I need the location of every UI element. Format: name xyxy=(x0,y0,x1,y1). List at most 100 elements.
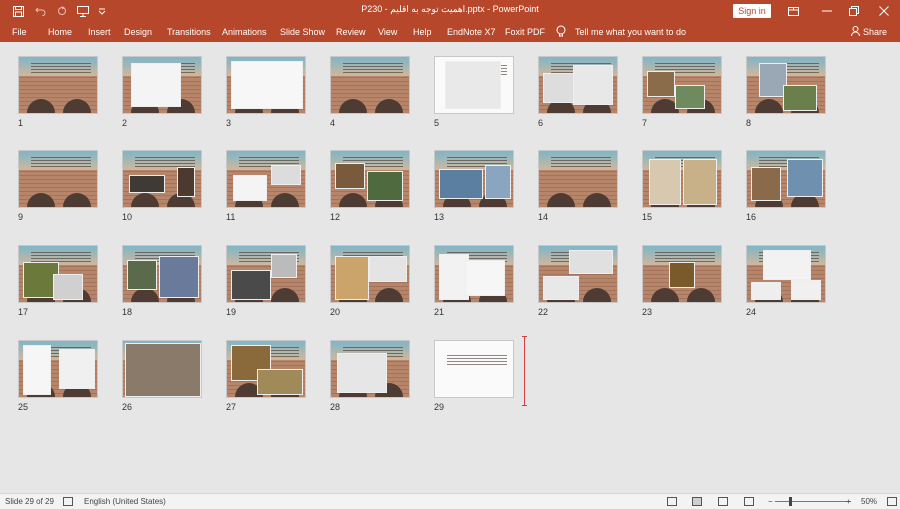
tab-transitions[interactable]: Transitions xyxy=(167,27,211,37)
slide-thumbnail[interactable] xyxy=(434,245,514,303)
restore-icon[interactable] xyxy=(843,2,865,20)
slide-thumbnail[interactable] xyxy=(122,340,202,398)
slide-text-block xyxy=(343,63,403,75)
slide-thumbnail[interactable] xyxy=(18,340,98,398)
slide-number: 2 xyxy=(122,118,128,128)
slide-number: 8 xyxy=(746,118,752,128)
slide-thumbnail[interactable] xyxy=(330,245,410,303)
slide-number: 16 xyxy=(746,212,757,222)
zoom-out-icon[interactable]: − xyxy=(768,497,773,506)
slideshow-view-icon[interactable] xyxy=(744,497,754,506)
slide-thumbnail[interactable] xyxy=(538,245,618,303)
status-bar: Slide 29 of 29 English (United States) −… xyxy=(0,493,900,509)
slide-thumbnail[interactable] xyxy=(642,150,722,208)
slide-number: 3 xyxy=(226,118,232,128)
tab-file[interactable]: File xyxy=(12,27,27,37)
slide-image xyxy=(367,171,403,201)
slide-thumbnail[interactable] xyxy=(538,56,618,114)
lightbulb-icon xyxy=(556,25,568,39)
customize-qat-icon[interactable] xyxy=(94,3,110,19)
share-button[interactable]: Share xyxy=(851,26,887,38)
undo-icon[interactable] xyxy=(32,3,48,19)
slide-image xyxy=(369,256,407,282)
zoom-in-icon[interactable]: + xyxy=(846,497,851,506)
tab-help[interactable]: Help xyxy=(413,27,432,37)
slide-thumbnail[interactable] xyxy=(642,245,722,303)
share-label: Share xyxy=(863,27,888,37)
sign-in-button[interactable]: Sign in xyxy=(733,4,771,18)
slide-image xyxy=(335,256,369,300)
spelling-check-icon[interactable] xyxy=(63,497,73,506)
tab-design[interactable]: Design xyxy=(124,27,152,37)
slide-thumbnail[interactable] xyxy=(330,56,410,114)
slide-thumbnail[interactable] xyxy=(18,56,98,114)
slide-number: 13 xyxy=(434,212,445,222)
zoom-slider[interactable] xyxy=(775,501,851,502)
zoom-slider-thumb[interactable] xyxy=(789,497,792,506)
slide-image xyxy=(129,175,165,193)
fit-to-window-icon[interactable] xyxy=(887,497,897,506)
slide-image xyxy=(53,274,83,300)
slide-thumbnail[interactable] xyxy=(434,150,514,208)
normal-view-icon[interactable] xyxy=(667,497,677,506)
slide-image xyxy=(231,270,271,300)
slide-thumbnail[interactable] xyxy=(434,340,514,398)
tab-review[interactable]: Review xyxy=(336,27,366,37)
slide-image xyxy=(751,282,781,300)
reading-view-icon[interactable] xyxy=(718,497,728,506)
slide-image xyxy=(647,71,675,97)
slide-number: 1 xyxy=(18,118,24,128)
slide-number: 27 xyxy=(226,402,237,412)
slide-number: 24 xyxy=(746,307,757,317)
slide-number: 4 xyxy=(330,118,336,128)
tab-slide-show[interactable]: Slide Show xyxy=(280,27,325,37)
slide-image xyxy=(465,260,505,296)
slide-sorter-view-icon[interactable] xyxy=(692,497,702,506)
slide-thumbnail[interactable] xyxy=(746,245,826,303)
slide-thumbnail[interactable] xyxy=(538,150,618,208)
slide-image xyxy=(543,276,579,300)
slide-thumbnail[interactable] xyxy=(642,56,722,114)
tab-insert[interactable]: Insert xyxy=(88,27,111,37)
start-slideshow-icon[interactable] xyxy=(75,3,91,19)
tell-me-search[interactable]: Tell me what you want to do xyxy=(575,27,686,37)
slide-thumbnail[interactable] xyxy=(330,340,410,398)
slide-thumbnail[interactable] xyxy=(746,56,826,114)
slide-image xyxy=(335,163,365,189)
language-indicator[interactable]: English (United States) xyxy=(84,497,166,506)
slide-image xyxy=(439,169,483,199)
insertion-cursor xyxy=(522,336,527,406)
tab-animations[interactable]: Animations xyxy=(222,27,267,37)
minimize-icon[interactable] xyxy=(816,2,838,20)
slide-image xyxy=(649,159,681,205)
slide-thumbnail[interactable] xyxy=(330,150,410,208)
tab-home[interactable]: Home xyxy=(48,27,72,37)
slide-thumbnail[interactable] xyxy=(226,245,306,303)
slide-thumbnail[interactable] xyxy=(434,56,514,114)
slide-thumbnail[interactable] xyxy=(18,245,98,303)
slide-thumbnail[interactable] xyxy=(122,150,202,208)
slide-thumbnail[interactable] xyxy=(746,150,826,208)
slide-thumbnail[interactable] xyxy=(18,150,98,208)
slide-number: 15 xyxy=(642,212,653,222)
zoom-level[interactable]: 50% xyxy=(861,497,877,506)
tab-view[interactable]: View xyxy=(378,27,397,37)
slide-image xyxy=(337,353,387,393)
close-icon[interactable] xyxy=(873,2,895,20)
redo-icon[interactable] xyxy=(54,3,70,19)
slide-thumbnail[interactable] xyxy=(122,245,202,303)
slide-image xyxy=(159,256,199,298)
tab-endnote[interactable]: EndNote X7 xyxy=(447,27,496,37)
tab-foxit-pdf[interactable]: Foxit PDF xyxy=(505,27,545,37)
slide-thumbnail[interactable] xyxy=(122,56,202,114)
slide-thumbnail[interactable] xyxy=(226,340,306,398)
slide-number: 5 xyxy=(434,118,440,128)
slide-image xyxy=(485,165,511,199)
slide-thumbnail[interactable] xyxy=(226,150,306,208)
slide-image xyxy=(763,250,811,280)
slide-thumbnail[interactable] xyxy=(226,56,306,114)
ribbon-display-options-icon[interactable] xyxy=(782,2,804,20)
slide-number: 7 xyxy=(642,118,648,128)
title-bar: P230 - اهمیت توجه به اقلیم.pptx - PowerP… xyxy=(0,0,900,22)
save-icon[interactable] xyxy=(10,3,26,19)
